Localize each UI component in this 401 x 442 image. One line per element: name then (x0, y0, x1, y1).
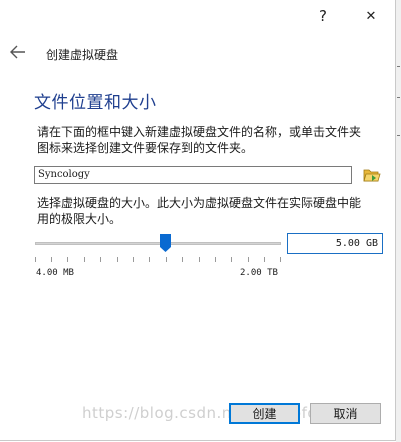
size-slider-ticks (35, 257, 281, 262)
size-min-label: 4.00 MB (36, 268, 74, 278)
size-max-label: 2.00 TB (240, 268, 278, 278)
folder-open-icon (363, 169, 381, 182)
choose-folder-button[interactable] (362, 166, 382, 184)
close-icon: ✕ (365, 8, 377, 24)
create-button[interactable]: 创建 (229, 403, 300, 424)
location-description: 请在下面的框中键入新建虚拟硬盘文件的名称，或单击文件夹图标来选择创建文件要保存到… (37, 125, 362, 155)
wizard-title: 创建虚拟硬盘 (46, 48, 119, 62)
filename-input[interactable]: Syncology (34, 166, 352, 184)
dialog-window: ? ✕ 创建虚拟硬盘 文件位置和大小 请在下面的框中键入新建虚拟硬盘文件的名称，… (0, 0, 396, 441)
size-slider-handle[interactable] (160, 234, 171, 252)
cancel-button[interactable]: 取消 (310, 403, 381, 424)
size-slider-track[interactable] (35, 242, 281, 245)
close-button[interactable]: ✕ (348, 0, 394, 32)
section-title: 文件位置和大小 (34, 93, 157, 113)
help-icon: ? (319, 7, 327, 25)
background-edge (396, 0, 401, 442)
size-input[interactable]: 5.00 GB (287, 233, 383, 254)
size-description: 选择虚拟硬盘的大小。此大小为虚拟硬盘文件在实际硬盘中能用的极限大小。 (37, 196, 362, 226)
back-button[interactable] (10, 45, 32, 63)
arrow-left-icon (10, 45, 25, 59)
help-button[interactable]: ? (300, 0, 346, 32)
